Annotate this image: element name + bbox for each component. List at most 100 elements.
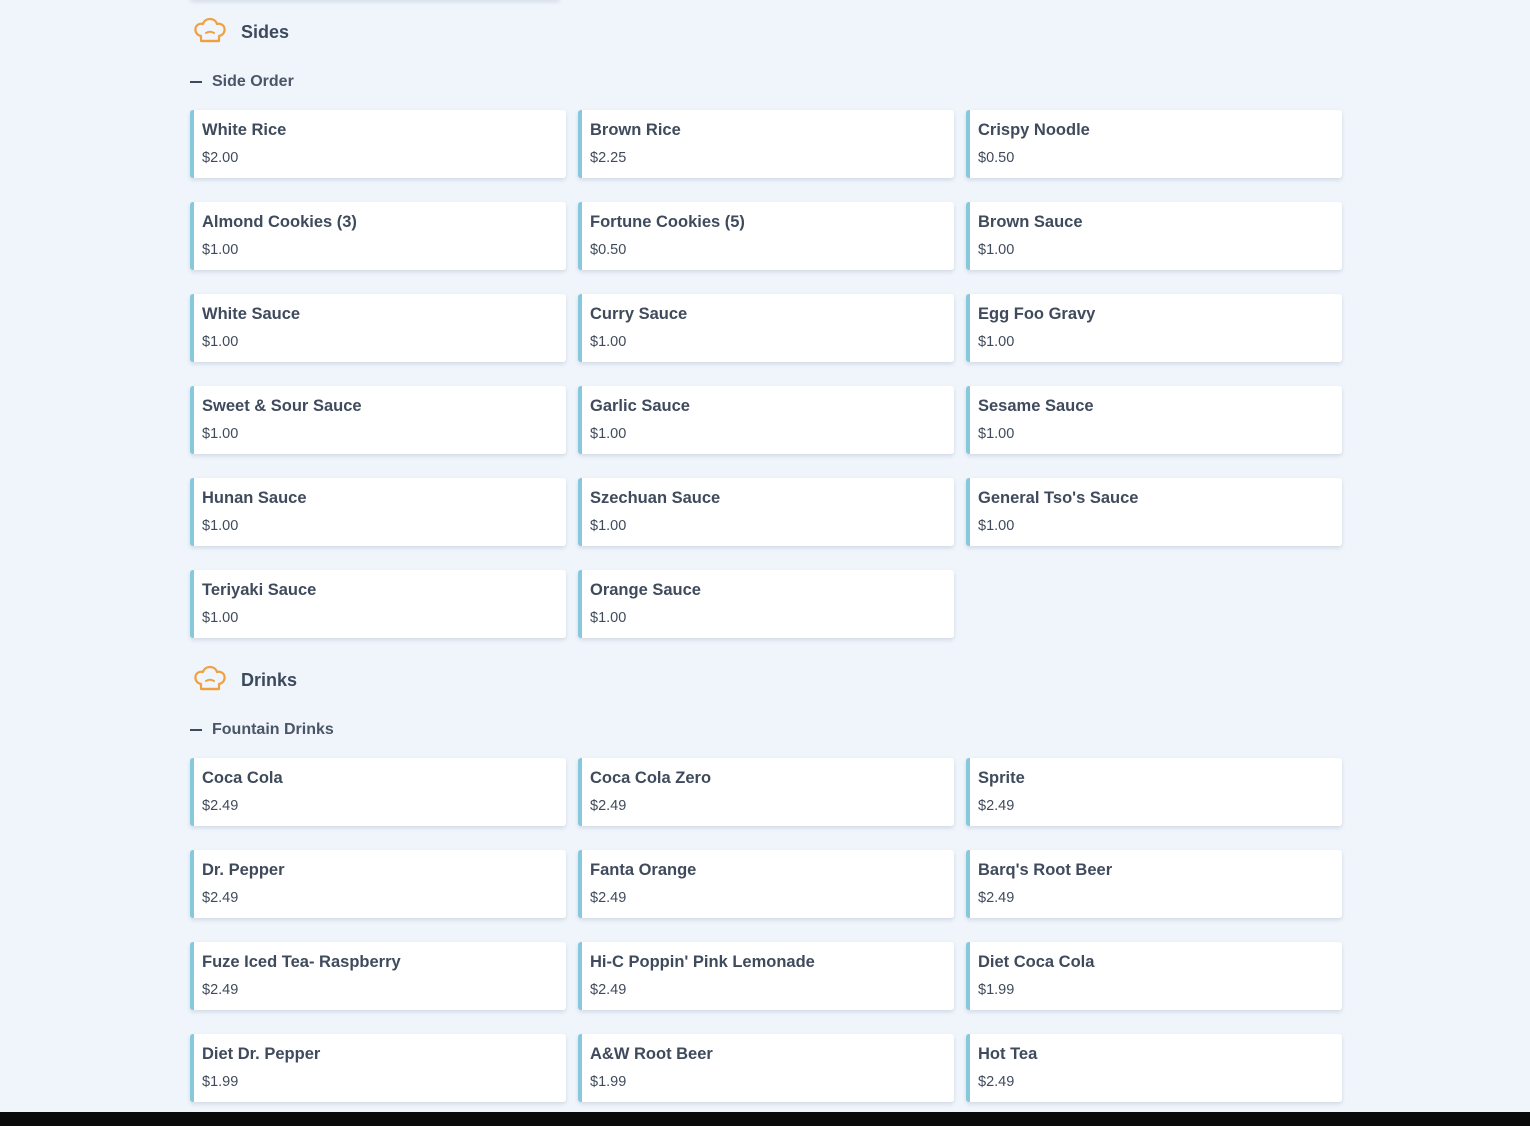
menu-item-card[interactable]: Sweet & Sour Sauce $1.00 [190,386,566,454]
item-price: $1.00 [978,334,1015,350]
menu-item-card[interactable]: Sprite $2.49 [966,758,1342,826]
item-name: Hi-C Poppin' Pink Lemonade [590,953,815,971]
item-price: $1.00 [202,426,239,442]
item-name: Brown Sauce [978,213,1083,231]
item-price: $0.50 [590,242,627,258]
category-title: Sides [241,21,290,42]
chef-hat-icon [191,15,229,49]
menu-item-card[interactable]: Almond Cookies (3) $1.00 [190,202,566,270]
item-name: Garlic Sauce [590,397,690,415]
item-name: Szechuan Sauce [590,489,721,507]
collapse-icon [190,81,202,83]
item-name: Sesame Sauce [978,397,1094,415]
menu-item-card[interactable]: Coca Cola $2.49 [190,758,566,826]
item-price: $1.00 [202,334,239,350]
item-name: Sprite [978,769,1025,787]
item-name: Teriyaki Sauce [202,581,317,599]
category-header: Sides [190,14,1341,50]
item-price: $2.49 [978,1074,1015,1090]
menu-item-card[interactable]: Teriyaki Sauce $1.00 [190,570,566,638]
item-name: A&W Root Beer [590,1045,713,1063]
menu-item-card[interactable]: Hi-C Poppin' Pink Lemonade $2.49 [578,942,954,1010]
menu-item-card[interactable]: Sesame Sauce $1.00 [966,386,1342,454]
item-price: $2.49 [590,890,627,906]
item-name: Coca Cola Zero [590,769,712,787]
menu-item-card[interactable]: General Tso's Sauce $1.00 [966,478,1342,546]
item-price: $2.49 [590,798,627,814]
item-price: $1.00 [202,610,239,626]
item-price: $1.00 [202,242,239,258]
menu-item-card[interactable]: Brown Sauce $1.00 [966,202,1342,270]
menu-item-card[interactable]: White Rice $2.00 [190,110,566,178]
menu-item-card[interactable]: Brown Rice $2.25 [578,110,954,178]
subcategory-toggle[interactable]: Fountain Drinks [190,718,1341,742]
item-name: Curry Sauce [590,305,688,323]
menu-item-card[interactable]: Crispy Noodle $0.50 [966,110,1342,178]
item-price: $2.49 [202,798,239,814]
menu-item-card[interactable]: Szechuan Sauce $1.00 [578,478,954,546]
collapse-icon [190,729,202,731]
item-name: White Rice [202,121,287,139]
menu-item-card[interactable]: Hunan Sauce $1.00 [190,478,566,546]
item-name: Hunan Sauce [202,489,307,507]
subcategory-label: Fountain Drinks [212,721,334,738]
menu-item-card[interactable]: Barq's Root Beer $2.49 [966,850,1342,918]
item-price: $1.99 [590,1074,627,1090]
menu-item-card[interactable]: Fuze Iced Tea- Raspberry $2.49 [190,942,566,1010]
item-name: Orange Sauce [590,581,701,599]
item-name: Crispy Noodle [978,121,1090,139]
menu-item-card[interactable]: Fanta Orange $2.49 [578,850,954,918]
item-price: $1.00 [978,242,1015,258]
menu-item-card[interactable]: White Sauce $1.00 [190,294,566,362]
item-name: Sweet & Sour Sauce [202,397,362,415]
menu-page: Sides Side Order White Rice $2.00 Brown Ri… [0,0,1530,1126]
item-price: $1.00 [978,518,1015,534]
item-price: $2.00 [202,150,239,166]
item-price: $1.00 [590,334,627,350]
item-price: $1.00 [978,426,1015,442]
item-name: Fortune Cookies (5) [590,213,745,231]
item-name: Hot Tea [978,1045,1038,1063]
item-name: Dr. Pepper [202,861,285,879]
item-price: $1.99 [978,982,1015,998]
item-grid: Coca Cola $2.49 Coca Cola Zero $2.49 Sprite $… [190,758,1342,1102]
item-name: Diet Coca Cola [978,953,1095,971]
item-name: Fanta Orange [590,861,697,879]
menu-item-card[interactable]: A&W Root Beer $1.99 [578,1034,954,1102]
item-name: Almond Cookies (3) [202,213,357,231]
item-name: Barq's Root Beer [978,861,1113,879]
subcategory-toggle[interactable]: Side Order [190,70,1341,94]
item-price: $2.49 [978,798,1015,814]
item-name: Fuze Iced Tea- Raspberry [202,953,401,971]
item-name: Brown Rice [590,121,681,139]
chef-hat-icon [191,663,229,697]
menu-item-card[interactable]: Diet Coca Cola $1.99 [966,942,1342,1010]
item-price: $1.00 [590,426,627,442]
category-header: Drinks [190,662,1341,698]
item-price: $2.25 [590,150,627,166]
menu-item-card[interactable]: Coca Cola Zero $2.49 [578,758,954,826]
menu-item-card[interactable]: Fortune Cookies (5) $0.50 [578,202,954,270]
item-grid: White Rice $2.00 Brown Rice $2.25 Crispy Noo… [190,110,1342,638]
category-drinks: Drinks Fountain Drinks Coca Cola $2.49 Coc… [190,662,1342,1102]
menu-item-card[interactable]: Garlic Sauce $1.00 [578,386,954,454]
menu-item-card[interactable]: Hot Tea $2.49 [966,1034,1342,1102]
item-price: $2.49 [590,982,627,998]
menu-item-card[interactable]: Egg Foo Gravy $1.00 [966,294,1342,362]
item-name: Egg Foo Gravy [978,305,1096,323]
category-sides: Sides Side Order White Rice $2.00 Brown Ri… [190,14,1342,638]
item-name: Coca Cola [202,769,283,787]
category-title: Drinks [241,669,298,690]
subcategory-label: Side Order [212,73,294,90]
item-price: $1.00 [590,610,627,626]
item-name: White Sauce [202,305,301,323]
menu-item-card[interactable]: Diet Dr. Pepper $1.99 [190,1034,566,1102]
item-price: $1.99 [202,1074,239,1090]
item-price: $2.49 [202,982,239,998]
item-price: $1.00 [590,518,627,534]
menu-item-card[interactable]: Dr. Pepper $2.49 [190,850,566,918]
menu-item-card[interactable]: Curry Sauce $1.00 [578,294,954,362]
menu-item-card[interactable]: Orange Sauce $1.00 [578,570,954,638]
item-price: $1.00 [202,518,239,534]
item-price: $2.49 [978,890,1015,906]
